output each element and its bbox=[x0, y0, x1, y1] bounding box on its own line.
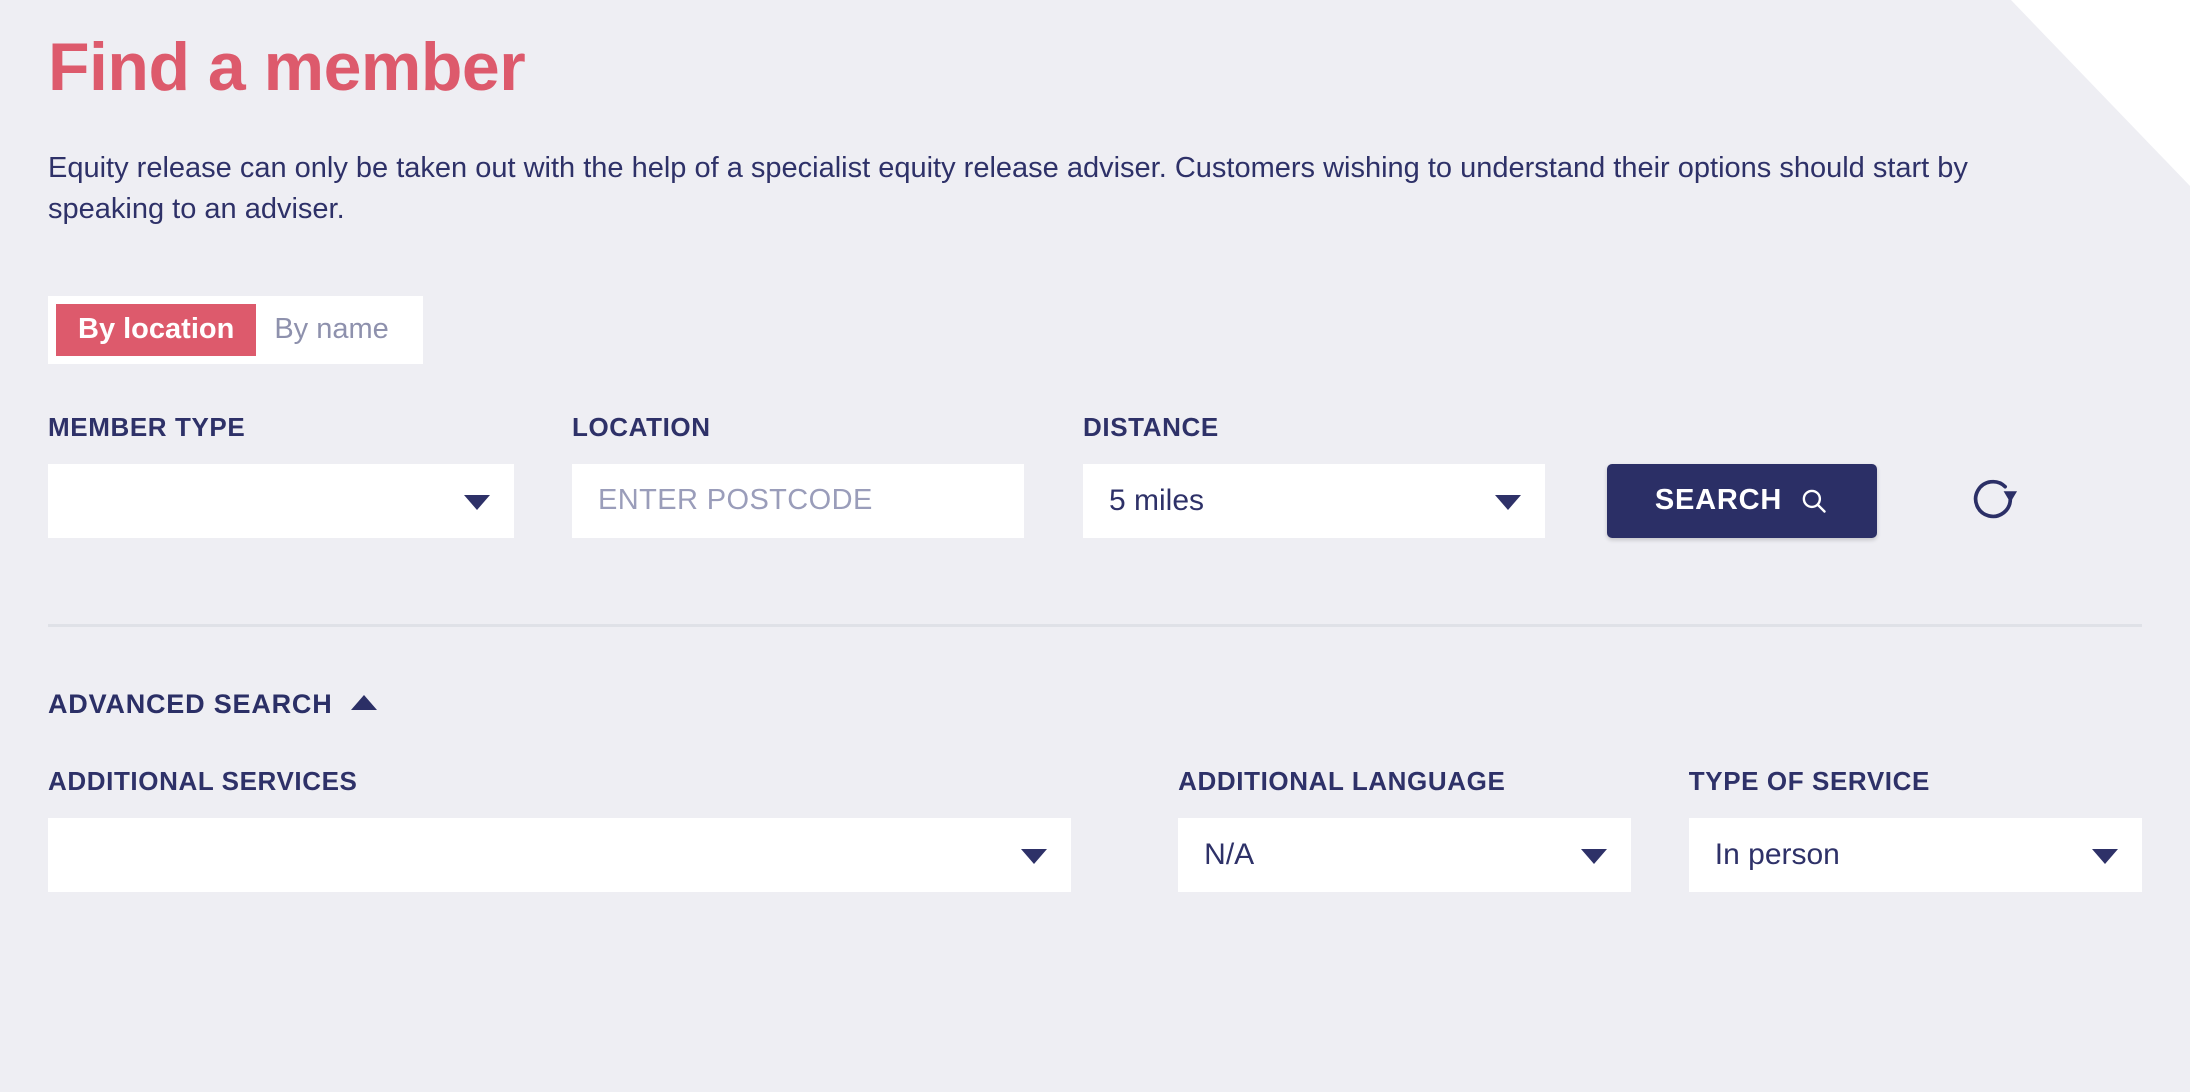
member-type-field: MEMBER TYPE bbox=[48, 412, 514, 538]
chevron-down-icon bbox=[1021, 848, 1048, 864]
reset-filters-button[interactable] bbox=[1962, 464, 2024, 538]
additional-services-field: ADDITIONAL SERVICES bbox=[48, 765, 1072, 892]
tab-by-name[interactable]: By name bbox=[256, 296, 422, 364]
distance-field: DISTANCE 5 miles bbox=[1083, 412, 1545, 538]
chevron-down-icon bbox=[2092, 848, 2119, 864]
location-field: LOCATION ENTER POSTCODE bbox=[572, 412, 1024, 538]
distance-value: 5 miles bbox=[1109, 483, 1205, 517]
additional-language-value: N/A bbox=[1204, 837, 1255, 871]
additional-language-label: ADDITIONAL LANGUAGE bbox=[1178, 765, 1506, 796]
additional-language-select[interactable]: N/A bbox=[1178, 817, 1632, 892]
location-placeholder: ENTER POSTCODE bbox=[598, 484, 873, 517]
additional-services-select[interactable] bbox=[48, 817, 1072, 892]
magnifier-icon bbox=[1799, 486, 1829, 516]
advanced-search-toggle[interactable]: ADVANCED SEARCH bbox=[48, 689, 377, 720]
member-type-select[interactable] bbox=[48, 463, 514, 538]
tab-by-location[interactable]: By location bbox=[56, 303, 257, 356]
page-title: Find a member bbox=[48, 29, 526, 105]
advanced-filter-row: ADDITIONAL SERVICES ADDITIONAL LANGUAGE … bbox=[48, 765, 2143, 892]
search-button-label: SEARCH bbox=[1654, 484, 1783, 517]
page-intro-text: Equity release can only be taken out wit… bbox=[48, 152, 1968, 226]
distance-label: DISTANCE bbox=[1083, 411, 1219, 442]
member-type-label: MEMBER TYPE bbox=[48, 411, 246, 442]
search-mode-toggle: By location By name bbox=[48, 295, 423, 364]
section-divider bbox=[48, 623, 2142, 627]
chevron-down-icon bbox=[1581, 848, 1608, 864]
page-container: Find a member Equity release can only be… bbox=[0, 0, 2190, 1092]
chevron-up-icon bbox=[350, 695, 377, 711]
type-of-service-select[interactable]: In person bbox=[1688, 817, 2143, 892]
type-of-service-label: TYPE OF SERVICE bbox=[1688, 765, 1930, 796]
chevron-down-icon bbox=[1495, 494, 1521, 510]
primary-filter-row: MEMBER TYPE LOCATION ENTER POSTCODE DIST… bbox=[48, 412, 2142, 538]
location-input[interactable]: ENTER POSTCODE bbox=[572, 463, 1024, 538]
search-button[interactable]: SEARCH bbox=[1607, 463, 1877, 538]
type-of-service-value: In person bbox=[1714, 837, 1840, 871]
type-of-service-field: TYPE OF SERVICE In person bbox=[1688, 765, 2143, 892]
chevron-down-icon bbox=[464, 494, 490, 510]
location-label: LOCATION bbox=[572, 411, 711, 442]
distance-select[interactable]: 5 miles bbox=[1083, 463, 1545, 538]
additional-language-field: ADDITIONAL LANGUAGE N/A bbox=[1178, 765, 1632, 892]
content-wrapper: Find a member Equity release can only be… bbox=[48, 0, 2143, 892]
additional-services-label: ADDITIONAL SERVICES bbox=[48, 765, 358, 796]
advanced-search-label: ADVANCED SEARCH bbox=[48, 688, 333, 719]
refresh-circular-arrow-icon bbox=[1967, 473, 2019, 528]
